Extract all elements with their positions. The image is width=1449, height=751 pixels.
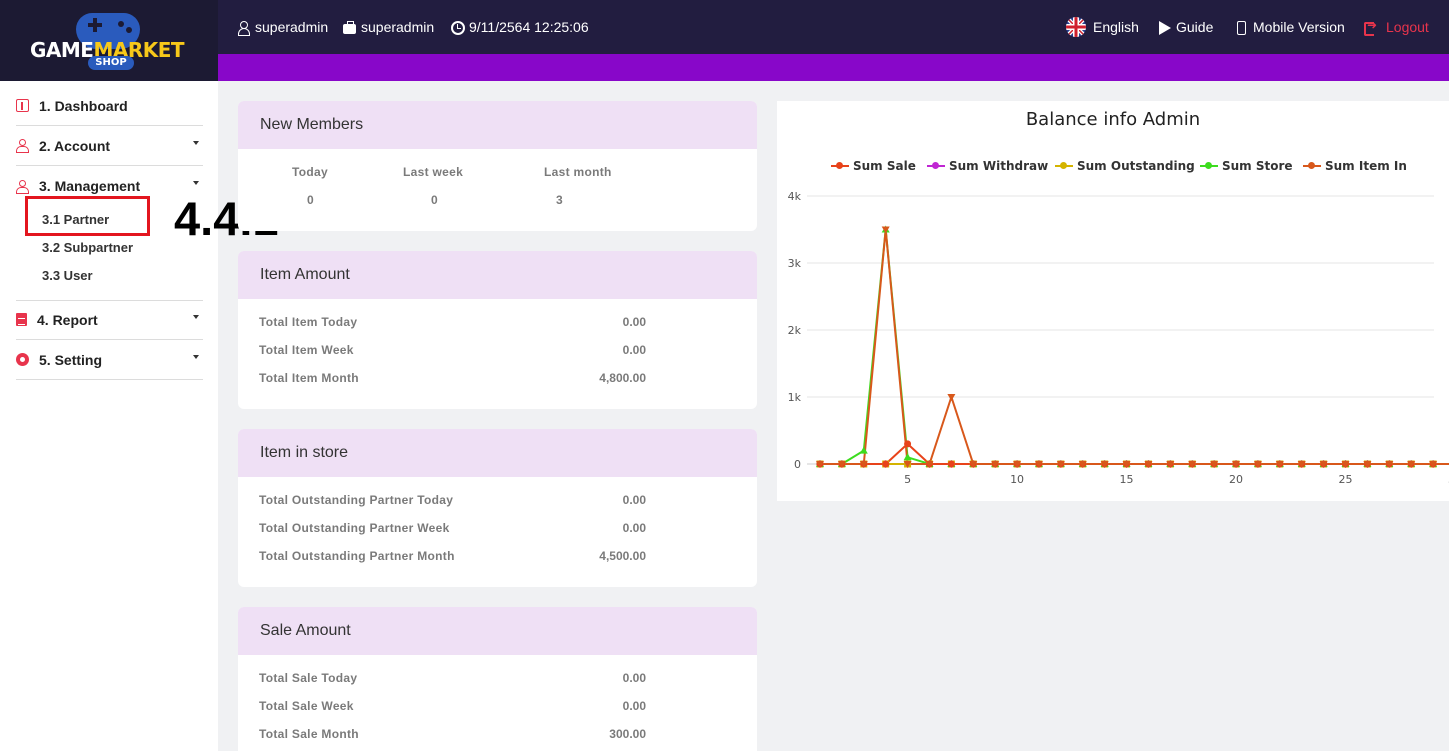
sidebar-item-label: 2. Account [39, 137, 111, 154]
y-tick-label: 2k [788, 324, 802, 337]
y-tick-label: 1k [788, 391, 802, 404]
sidebar-item-label: 5. Setting [39, 351, 103, 368]
row-label: Total Item Today [259, 315, 358, 329]
sidebar-item-label: 4. Report [37, 311, 98, 328]
document-icon [16, 313, 27, 326]
language-selector[interactable]: English [1066, 17, 1139, 37]
series-line [820, 229, 1449, 465]
sidebar-item-dashboard[interactable]: 1. Dashboard [16, 86, 203, 126]
data-point [903, 453, 912, 461]
row-value: 0.00 [622, 699, 646, 713]
gear-icon [16, 353, 29, 366]
line-chart: 01k2k3k4k51015202530 [788, 190, 1449, 486]
caret-down-icon [193, 181, 199, 185]
series-line [820, 229, 1449, 465]
row-value: 0.00 [622, 343, 646, 357]
value-today: 0 [307, 193, 314, 207]
sidebar-item-label: 3. Management [39, 178, 141, 194]
language-label: English [1093, 19, 1139, 35]
row-label: Total Outstanding Partner Week [259, 521, 450, 535]
sidebar-subitem-subpartner[interactable]: 3.2 Subpartner [42, 240, 133, 255]
value-last-month: 3 [556, 193, 563, 207]
col-header-today: Today [292, 165, 328, 179]
row-value: 4,500.00 [599, 549, 646, 563]
row-value: 0.00 [622, 521, 646, 535]
col-header-last-month: Last month [544, 165, 612, 179]
card-title: Item in store [238, 429, 757, 477]
row-label: Total Outstanding Partner Month [259, 549, 455, 563]
mobile-label: Mobile Version [1253, 19, 1345, 35]
data-point [947, 460, 955, 468]
x-tick-label: 20 [1229, 473, 1243, 486]
datetime-label: 9/11/2564 12:25:06 [469, 19, 589, 35]
row-label: Total Item Week [259, 343, 354, 357]
row-label: Total Item Month [259, 371, 359, 385]
sale-amount-card: Sale Amount Total Sale Today 0.00 Total … [238, 607, 757, 751]
row-value: 300.00 [609, 727, 646, 741]
sidebar-item-report[interactable]: 4. Report [16, 300, 203, 340]
username-label: superadmin [255, 19, 329, 35]
caret-down-icon [193, 355, 199, 359]
user-icon [16, 179, 29, 194]
clock-icon [451, 20, 465, 35]
sidebar-item-account[interactable]: 2. Account [16, 126, 203, 166]
briefcase-icon [343, 20, 356, 34]
item-in-store-card: Item in store Total Outstanding Partner … [238, 429, 757, 587]
row-value: 4,800.00 [599, 371, 646, 385]
x-tick-label: 25 [1339, 473, 1353, 486]
row-label: Total Outstanding Partner Today [259, 493, 454, 507]
col-header-last-week: Last week [403, 165, 464, 179]
card-title: New Members [238, 101, 757, 149]
header-role: superadmin [343, 19, 434, 35]
x-tick-label: 15 [1120, 473, 1134, 486]
data-point [882, 460, 890, 468]
header-datetime: 9/11/2564 12:25:06 [451, 19, 589, 35]
caret-down-icon [193, 141, 199, 145]
row-value: 0.00 [622, 493, 646, 507]
data-point [904, 440, 912, 448]
value-last-week: 0 [431, 193, 438, 207]
guide-link[interactable]: Guide [1158, 19, 1213, 35]
balance-chart-panel: Balance info Admin Sum Sale Sum Withdraw… [777, 101, 1449, 501]
mobile-version-link[interactable]: Mobile Version [1235, 19, 1345, 35]
guide-label: Guide [1176, 19, 1214, 35]
logo[interactable]: GAMEMARKET SHOP [0, 0, 218, 81]
uk-flag-icon [1066, 17, 1086, 37]
y-tick-label: 4k [788, 190, 802, 203]
play-icon [1158, 20, 1171, 35]
user-icon [16, 139, 29, 153]
caret-down-icon [193, 315, 199, 319]
mobile-icon [1235, 20, 1248, 35]
dashboard-icon [16, 99, 29, 112]
sidebar-item-label: 1. Dashboard [39, 97, 128, 114]
y-tick-label: 0 [794, 458, 801, 471]
card-title: Item Amount [238, 251, 757, 299]
x-tick-label: 10 [1010, 473, 1024, 486]
row-label: Total Sale Week [259, 699, 354, 713]
item-amount-card: Item Amount Total Item Today 0.00 Total … [238, 251, 757, 409]
highlight-box [25, 196, 150, 236]
x-tick-label: 5 [904, 473, 911, 486]
sidebar-item-setting[interactable]: 5. Setting [16, 340, 203, 380]
row-label: Total Sale Month [259, 727, 359, 741]
y-tick-label: 3k [788, 257, 802, 270]
logout-link[interactable]: Logout [1364, 18, 1429, 36]
logout-icon [1364, 18, 1377, 36]
header-accent-bar [218, 54, 1449, 81]
new-members-card: New Members Today Last week Last month 0… [238, 101, 757, 231]
series-line [820, 442, 1449, 465]
logout-label: Logout [1386, 19, 1429, 35]
card-title: Sale Amount [238, 607, 757, 655]
row-label: Total Sale Today [259, 671, 358, 685]
row-value: 0.00 [622, 315, 646, 329]
user-icon [237, 20, 250, 36]
data-point [859, 446, 868, 454]
row-value: 0.00 [622, 671, 646, 685]
logo-shop-badge: SHOP [88, 56, 134, 70]
header-username: superadmin [237, 19, 329, 36]
role-label: superadmin [361, 19, 435, 35]
sidebar-subitem-user[interactable]: 3.3 User [42, 268, 93, 283]
